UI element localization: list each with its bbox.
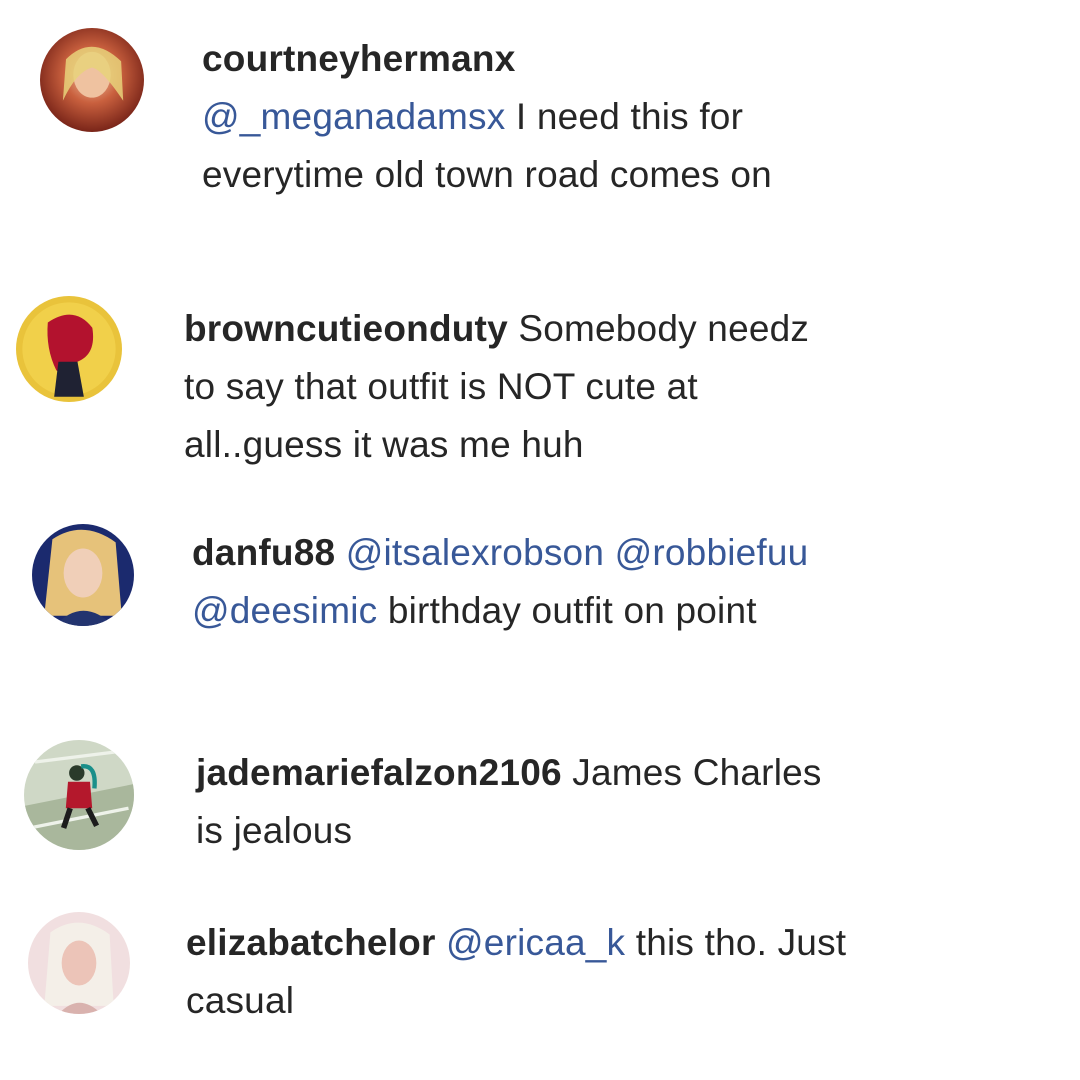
comment-body: birthday outfit on point <box>387 590 757 631</box>
user-avatar-icon <box>32 524 134 626</box>
user-avatar-icon <box>28 912 130 1014</box>
comment-text: danfu88 @itsalexrobson @robbiefuu @deesi… <box>192 524 842 640</box>
comment-text: browncutieonduty Somebody needz to say t… <box>184 300 834 474</box>
comment-username[interactable]: danfu88 <box>192 532 335 573</box>
user-avatar-icon <box>40 28 144 132</box>
comment-username[interactable]: browncutieonduty <box>184 308 508 349</box>
avatar[interactable] <box>28 912 130 1014</box>
mention-link[interactable]: @ericaa_k <box>446 922 625 963</box>
comment-username[interactable]: elizabatchelor <box>186 922 436 963</box>
mention-link[interactable]: @deesimic <box>192 590 377 631</box>
mention-link[interactable]: @_meganadamsx <box>202 96 505 137</box>
avatar[interactable] <box>24 740 134 850</box>
comment-text: jademariefalzon2106 James Charles is jea… <box>196 744 846 860</box>
comment-username[interactable]: jademariefalzon2106 <box>196 752 562 793</box>
comment-text: elizabatchelor @ericaa_k this tho. Just … <box>186 914 866 1030</box>
comment-text: courtneyhermanx @_meganadamsx I need thi… <box>202 30 852 204</box>
user-avatar-icon <box>16 296 122 402</box>
avatar[interactable] <box>40 28 144 132</box>
comment-username[interactable]: courtneyhermanx <box>202 38 516 79</box>
mention-link[interactable]: @robbiefuu <box>615 532 809 573</box>
user-avatar-icon <box>24 740 134 850</box>
avatar[interactable] <box>16 296 122 402</box>
mention-link[interactable]: @itsalexrobson <box>346 532 604 573</box>
avatar[interactable] <box>32 524 134 626</box>
